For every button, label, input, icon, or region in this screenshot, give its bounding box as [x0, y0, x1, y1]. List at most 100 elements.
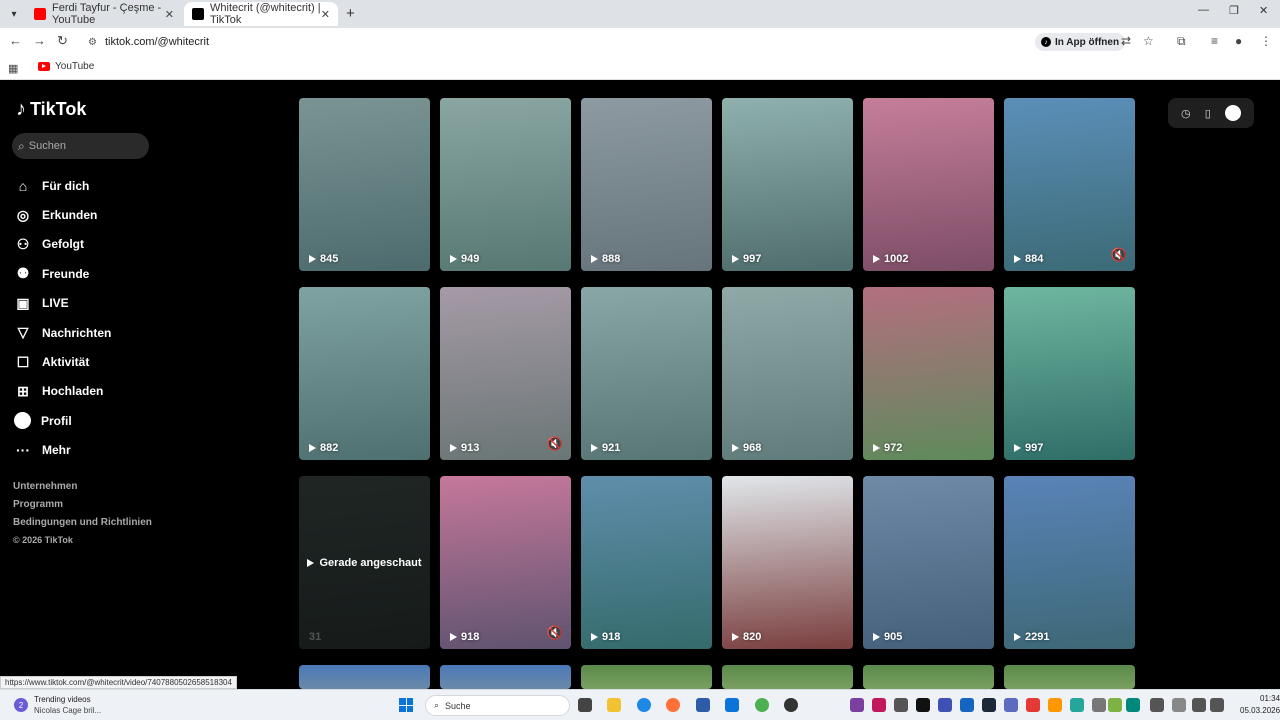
device-icon[interactable]: ▯	[1205, 107, 1211, 120]
taskbar-search[interactable]: ⌕ Suche	[425, 695, 570, 716]
video-card[interactable]	[1004, 665, 1135, 689]
search-input[interactable]	[28, 140, 139, 152]
video-card[interactable]: 997	[1004, 287, 1135, 460]
sidebar-item-aktivitaet[interactable]: ☐ Aktivität	[14, 347, 111, 376]
news-widget[interactable]: 2 Trending videos Nicolas Cage bril...	[14, 694, 101, 716]
sidebar-item-live[interactable]: ▣ LIVE	[14, 289, 111, 318]
windows-start-icon[interactable]	[399, 698, 413, 712]
muted-icon[interactable]: 🔇	[547, 625, 563, 641]
video-card[interactable]	[440, 665, 571, 689]
sidebar-item-erkunden[interactable]: ◎ Erkunden	[14, 200, 111, 229]
close-window-icon[interactable]: ✕	[1259, 4, 1268, 17]
tray-app-icon[interactable]	[1108, 698, 1122, 712]
close-tab-icon[interactable]: ✕	[321, 8, 330, 21]
sidebar-item-profil[interactable]: Profil	[14, 406, 111, 435]
sidebar-item-freunde[interactable]: ⚉ Freunde	[14, 259, 111, 288]
video-card[interactable]: 1002	[863, 98, 994, 271]
video-card[interactable]: 972	[863, 287, 994, 460]
maximize-icon[interactable]: ❐	[1229, 4, 1239, 17]
forward-icon[interactable]: →	[33, 33, 46, 48]
mail-icon[interactable]	[725, 698, 739, 712]
video-card[interactable]: 845	[299, 98, 430, 271]
network-icon[interactable]	[1192, 698, 1206, 712]
new-tab-icon[interactable]: +	[346, 5, 355, 22]
close-tab-icon[interactable]: ✕	[165, 8, 174, 21]
apps-grid-icon[interactable]: ▦	[8, 62, 18, 75]
tray-app-icon[interactable]	[894, 698, 908, 712]
tray-app-icon[interactable]	[916, 698, 930, 712]
muted-icon[interactable]: 🔇	[1111, 247, 1127, 263]
video-card[interactable]: Gerade angeschaut 31	[299, 476, 430, 649]
tray-app-icon[interactable]	[938, 698, 952, 712]
tray-app-icon[interactable]	[1026, 698, 1040, 712]
store-icon[interactable]	[696, 698, 710, 712]
clock[interactable]: 01:34 05.03.2026	[1240, 693, 1280, 717]
tray-app-icon[interactable]	[1048, 698, 1062, 712]
video-card[interactable]: 820	[722, 476, 853, 649]
video-card[interactable]	[299, 665, 430, 689]
footer-link-terms[interactable]: Bedingungen und Richtlinien	[13, 517, 152, 535]
video-card[interactable]: 949	[440, 98, 571, 271]
task-view-icon[interactable]	[578, 698, 592, 712]
back-icon[interactable]: ←	[9, 33, 22, 48]
open-in-app-button[interactable]: ♪ In App öffnen	[1035, 33, 1126, 51]
tray-app-icon[interactable]	[1070, 698, 1084, 712]
tiktok-logo[interactable]: ♪ TikTok	[16, 98, 86, 121]
tray-app-icon[interactable]	[1092, 698, 1106, 712]
tab-search-icon[interactable]: ▾	[6, 6, 22, 22]
video-card[interactable]: 888	[581, 98, 712, 271]
video-card[interactable]	[863, 665, 994, 689]
video-card[interactable]: 918	[581, 476, 712, 649]
volume-icon[interactable]	[1210, 698, 1224, 712]
video-card[interactable]	[722, 665, 853, 689]
video-card[interactable]: 997	[722, 98, 853, 271]
steam-icon[interactable]	[982, 698, 996, 712]
sidebar-item-fuer-dich[interactable]: ⌂ Für dich	[14, 171, 111, 200]
firefox-icon[interactable]	[666, 698, 680, 712]
search-box[interactable]: ⌕	[12, 133, 149, 159]
video-card[interactable]: 2291	[1004, 476, 1135, 649]
tray-app-icon[interactable]	[960, 698, 974, 712]
footer-link-program[interactable]: Programm	[13, 499, 152, 517]
tab-youtube[interactable]: Ferdi Tayfur - Çeşme - YouTube ✕	[26, 2, 182, 26]
tray-app-icon[interactable]	[872, 698, 886, 712]
footer-link-company[interactable]: Unternehmen	[13, 481, 152, 499]
media-control-icon[interactable]: ≡	[1211, 34, 1218, 48]
site-info-icon[interactable]: ⚙	[88, 37, 97, 48]
extensions-icon[interactable]: ⧉	[1177, 34, 1186, 49]
autoplay-icon[interactable]: ◷	[1181, 107, 1191, 120]
address-bar[interactable]: ⚙ tiktok.com/@whitecrit	[80, 31, 1160, 53]
menu-dots-icon[interactable]: ⋮	[1260, 34, 1272, 48]
address-text[interactable]: tiktok.com/@whitecrit	[105, 36, 209, 48]
sidebar-item-nachrichten[interactable]: ▽ Nachrichten	[14, 318, 112, 347]
video-card[interactable]	[581, 665, 712, 689]
sidebar-item-mehr[interactable]: ··· Mehr	[14, 436, 111, 465]
video-card[interactable]: 882	[299, 287, 430, 460]
reload-icon[interactable]: ↻	[57, 33, 68, 49]
tab-tiktok[interactable]: Whitecrit (@whitecrit) | TikTok ✕	[184, 2, 338, 26]
tray-app-icon[interactable]	[1150, 698, 1164, 712]
translate-icon[interactable]: ⇄	[1121, 34, 1131, 48]
bluetooth-icon[interactable]	[1126, 698, 1140, 712]
tray-app-icon[interactable]	[1004, 698, 1018, 712]
toggle-switch[interactable]	[1224, 105, 1241, 121]
chrome-icon[interactable]	[755, 698, 769, 712]
edge-icon[interactable]	[637, 698, 651, 712]
sidebar-item-hochladen[interactable]: ⊞ Hochladen	[14, 377, 111, 406]
app-icon[interactable]	[784, 698, 798, 712]
video-card[interactable]: 918 🔇	[440, 476, 571, 649]
microphone-icon[interactable]	[1172, 698, 1186, 712]
video-card[interactable]: 921	[581, 287, 712, 460]
tray-app-icon[interactable]	[850, 698, 864, 712]
profile-icon[interactable]: ●	[1235, 34, 1242, 48]
minimize-icon[interactable]: —	[1198, 4, 1209, 16]
video-card[interactable]: 913 🔇	[440, 287, 571, 460]
video-card[interactable]: 968	[722, 287, 853, 460]
video-card[interactable]: 884 🔇	[1004, 98, 1135, 271]
sidebar-item-gefolgt[interactable]: ⚇ Gefolgt	[14, 230, 111, 259]
muted-icon[interactable]: 🔇	[547, 436, 563, 452]
file-explorer-icon[interactable]	[607, 698, 621, 712]
bookmark-youtube[interactable]: YouTube	[38, 61, 94, 72]
video-card[interactable]: 905	[863, 476, 994, 649]
bookmark-star-icon[interactable]: ☆	[1143, 34, 1154, 48]
